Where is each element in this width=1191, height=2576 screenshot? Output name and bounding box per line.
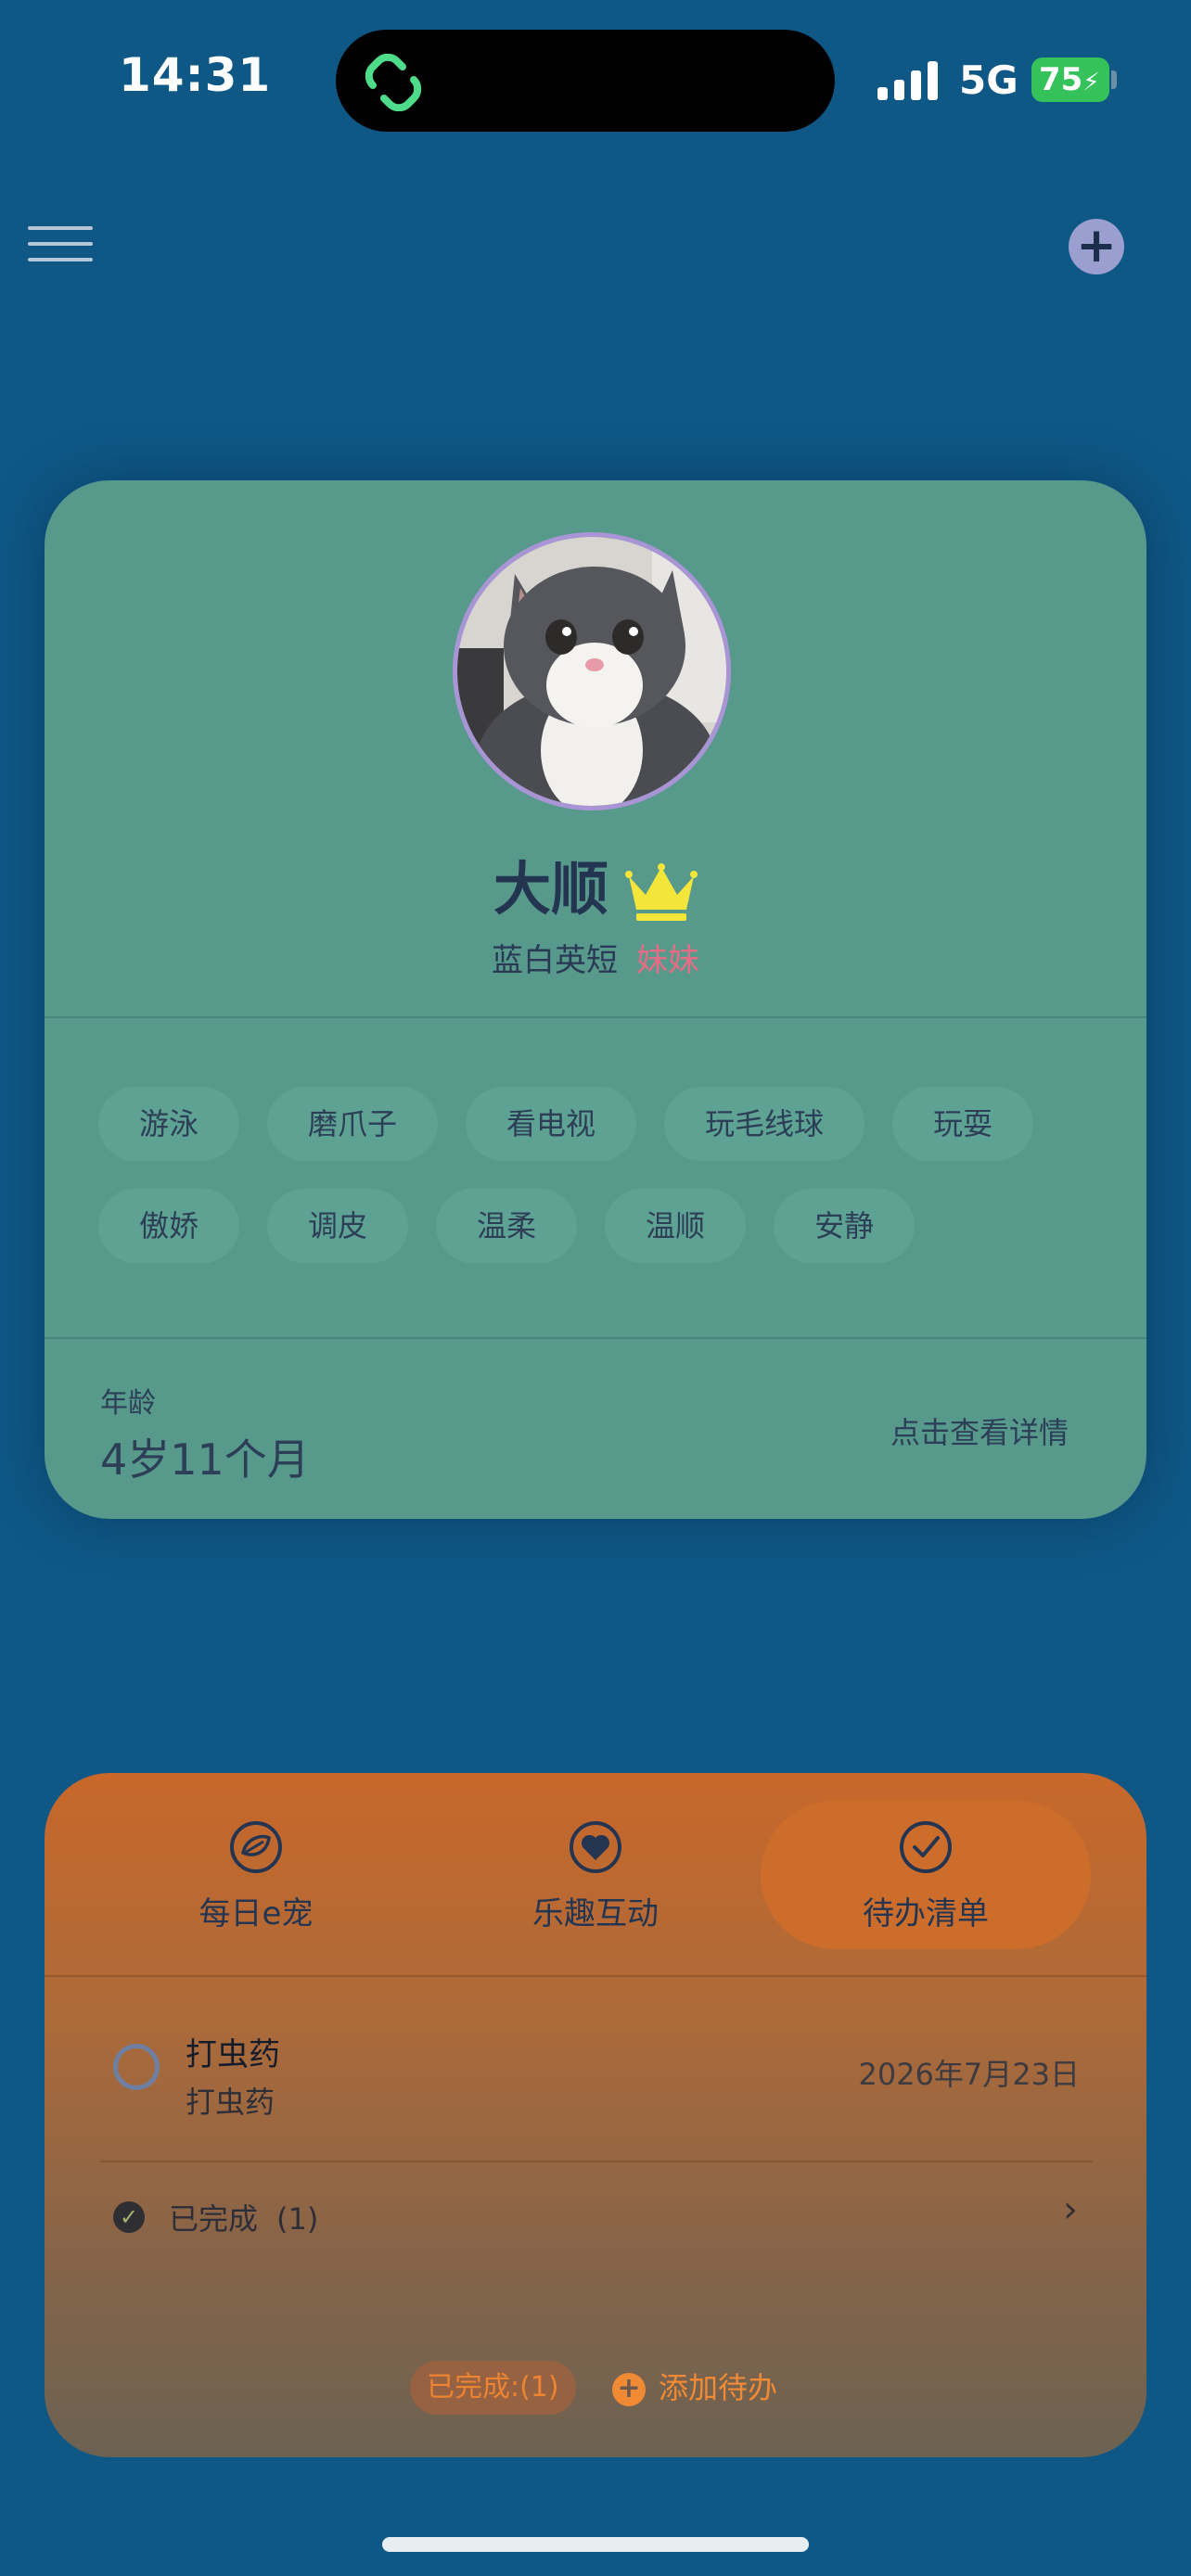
checkmark-filled-icon: ✓ — [113, 2201, 145, 2233]
todo-title: 打虫药 — [186, 2036, 280, 2073]
tab-todo-list[interactable]: 待办清单 — [761, 1801, 1091, 1949]
tab-label: 待办清单 — [863, 1895, 989, 1932]
pet-gender: 妹妹 — [636, 942, 699, 979]
todo-checkbox[interactable] — [113, 2044, 160, 2090]
crown-icon — [625, 862, 698, 921]
divider — [45, 1016, 1146, 1018]
tag[interactable]: 游泳 — [98, 1087, 240, 1161]
pet-name-row: 大顺 — [45, 842, 1146, 925]
pet-avatar[interactable] — [453, 532, 731, 810]
heart-icon — [570, 1821, 621, 1873]
divider — [45, 1975, 1146, 1977]
pet-tags: 游泳 磨爪子 看电视 玩毛线球 玩耍 傲娇 调皮 温柔 温顺 安静 — [98, 1087, 1100, 1291]
network-type: 5G — [959, 57, 1018, 103]
divider — [45, 1337, 1146, 1339]
battery-charging-icon: 75⚡ — [1031, 57, 1109, 102]
tag[interactable]: 傲娇 — [98, 1189, 240, 1263]
todo-subtitle: 打虫药 — [186, 2085, 275, 2120]
pet-profile-card[interactable]: 大顺 蓝白英短 妹妹 游泳 磨爪子 看电视 玩毛线球 玩耍 傲娇 调皮 温柔 温顺… — [45, 480, 1146, 1519]
tab-fun-interaction[interactable]: 乐趣互动 — [430, 1801, 761, 1949]
battery-level: 75 — [1039, 61, 1083, 98]
completed-label: 已完成 (1) — [169, 2196, 318, 2238]
age-value: 4岁11个月 — [100, 1435, 310, 1485]
home-indicator[interactable] — [382, 2537, 809, 2552]
status-time: 14:31 — [119, 48, 272, 102]
tag[interactable]: 看电视 — [466, 1087, 637, 1161]
tag[interactable]: 磨爪子 — [267, 1087, 439, 1161]
add-todo-label: 添加待办 — [659, 2370, 778, 2405]
age-label: 年龄 — [100, 1387, 156, 1420]
plus-icon: + — [1076, 218, 1117, 274]
completed-text: 已完成 — [169, 2201, 259, 2237]
cat-photo — [457, 537, 726, 806]
tab-daily-pet[interactable]: 每日e宠 — [91, 1801, 421, 1949]
tag[interactable]: 温顺 — [605, 1189, 747, 1263]
bolt-icon: ⚡ — [1082, 69, 1100, 96]
completed-count: (1) — [276, 2201, 319, 2237]
tag[interactable]: 温柔 — [436, 1189, 578, 1263]
tag-row: 傲娇 调皮 温柔 温顺 安静 — [98, 1189, 1100, 1263]
tab-label: 乐趣互动 — [532, 1895, 659, 1932]
pet-subtitle: 蓝白英短 妹妹 — [45, 935, 1146, 980]
panel-tabs: 每日e宠 乐趣互动 待办清单 — [45, 1801, 1146, 1949]
tag[interactable]: 玩毛线球 — [664, 1087, 865, 1161]
completed-filter-button[interactable]: 已完成:(1) — [410, 2361, 576, 2415]
todo-panel: 每日e宠 乐趣互动 待办清单 打虫药 打虫药 2026年7月23日 ✓ 已完成 (… — [45, 1773, 1146, 2457]
view-details-link[interactable]: 点击查看详情 — [890, 1409, 1069, 1452]
plus-circle-icon: + — [612, 2373, 646, 2406]
tab-label: 每日e宠 — [198, 1895, 314, 1932]
leaf-icon — [230, 1821, 282, 1873]
battery-tip — [1111, 70, 1117, 89]
signal-bars-icon — [877, 61, 938, 100]
tag[interactable]: 玩耍 — [892, 1087, 1034, 1161]
checkmark-circle-icon — [900, 1821, 952, 1873]
pet-breed: 蓝白英短 — [492, 942, 618, 979]
tag-row: 游泳 磨爪子 看电视 玩毛线球 玩耍 — [98, 1087, 1100, 1161]
add-todo-button[interactable]: + 添加待办 — [612, 2365, 777, 2411]
divider — [100, 2161, 1093, 2162]
todo-date: 2026年7月23日 — [858, 2057, 1080, 2092]
pet-name: 大顺 — [493, 855, 608, 923]
chevron-right-icon: › — [1063, 2188, 1078, 2231]
app-link-icon — [365, 54, 422, 111]
hamburger-menu-icon[interactable] — [28, 226, 93, 263]
tag[interactable]: 调皮 — [267, 1189, 409, 1263]
tag[interactable]: 安静 — [774, 1189, 916, 1263]
add-pet-button[interactable]: + — [1069, 219, 1124, 274]
